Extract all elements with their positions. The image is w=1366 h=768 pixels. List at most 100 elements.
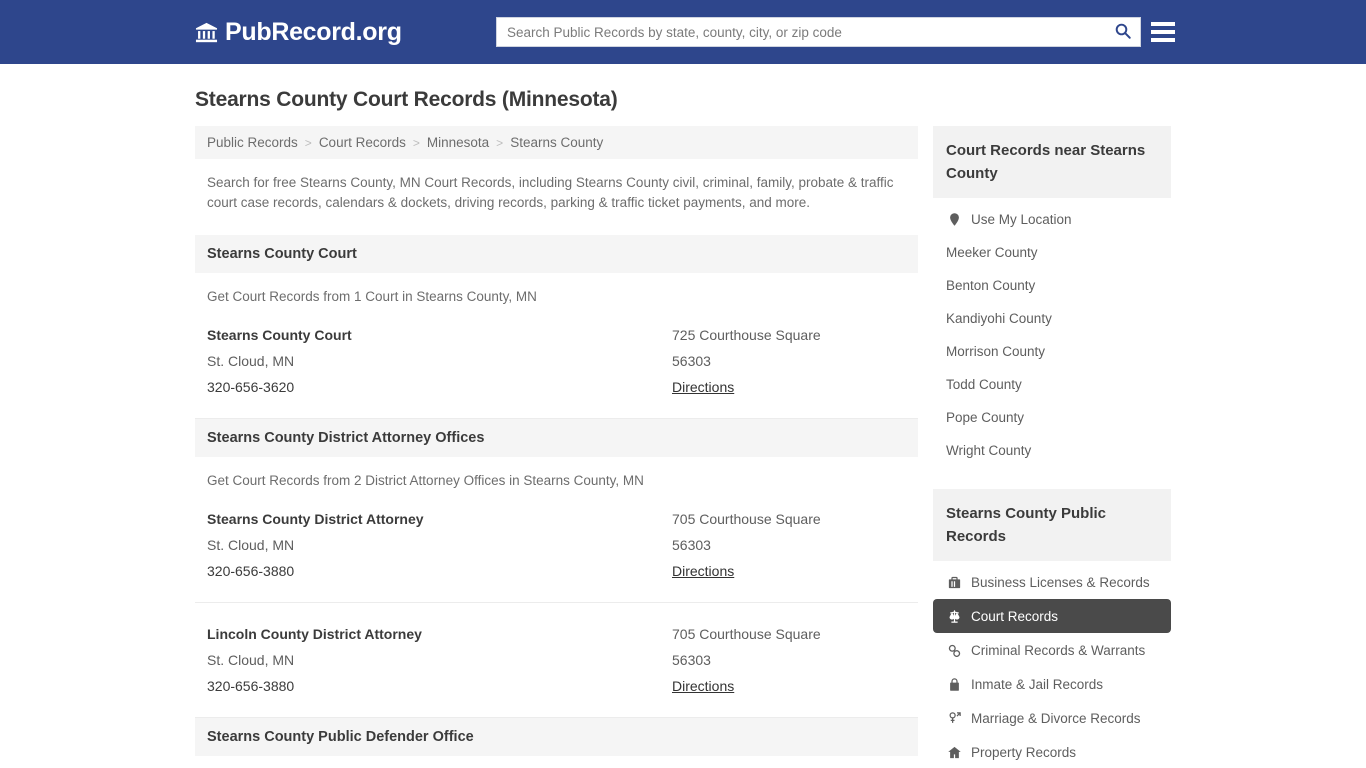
- nearby-county-item[interactable]: Morrison County: [933, 335, 1171, 368]
- nearby-item-label: Benton County: [946, 278, 1036, 293]
- nearby-county-item[interactable]: Pope County: [933, 401, 1171, 434]
- public-record-item[interactable]: Criminal Records & Warrants: [933, 633, 1171, 667]
- house-icon: [946, 744, 962, 760]
- page-description: Search for free Stearns County, MN Court…: [207, 175, 894, 210]
- scales-of-justice-icon: [946, 608, 962, 624]
- listing-name[interactable]: Stearns County Court: [207, 322, 672, 348]
- listing-phone[interactable]: 320-656-3620: [207, 374, 672, 400]
- record-sections: Stearns County Court Get Court Records fr…: [195, 235, 918, 768]
- public-record-label: Marriage & Divorce Records: [971, 710, 1141, 726]
- main-content: Public Records > Court Records > Minnesota > S…: [195, 126, 918, 768]
- listing-primary: Stearns County District Attorney St. Clou…: [207, 506, 672, 584]
- breadcrumb-item[interactable]: Public Records: [207, 135, 298, 150]
- section-subtitle: Get Court Records from 1 Court in Stearn…: [207, 289, 537, 304]
- gender-symbols-icon: [946, 710, 962, 726]
- public-record-item[interactable]: Business Licenses & Records: [933, 565, 1171, 599]
- public-record-label: Business Licenses & Records: [971, 574, 1150, 590]
- listing-address-block: 705 Courthouse Square 56303 Directions: [672, 506, 906, 584]
- nearby-item-label: Kandiyohi County: [946, 311, 1052, 326]
- section-heading: Stearns County Court: [195, 235, 918, 273]
- listing-address-block: 705 Courthouse Square 56303 Directions: [672, 621, 906, 699]
- breadcrumb-separator: >: [304, 135, 312, 150]
- record-section: Stearns County Court Get Court Records fr…: [195, 235, 918, 419]
- nearby-county-item[interactable]: Meeker County: [933, 236, 1171, 269]
- nearby-county-item[interactable]: Todd County: [933, 368, 1171, 401]
- listing-primary: Lincoln County District Attorney St. Clou…: [207, 621, 672, 699]
- nearby-item-label: Todd County: [946, 377, 1022, 392]
- search-button[interactable]: [1106, 18, 1140, 46]
- listing-city-state: St. Cloud, MN: [207, 652, 295, 668]
- nearby-county-item[interactable]: Kandiyohi County: [933, 302, 1171, 335]
- listing-row: Stearns County Court St. Cloud, MN 320-656…: [195, 304, 918, 419]
- public-records-panel-heading: Stearns County Public Records: [933, 489, 1171, 561]
- public-record-item[interactable]: Property Records: [933, 735, 1171, 768]
- nearby-panel-heading: Court Records near Stearns County: [933, 126, 1171, 198]
- listing-row: Lincoln County District Attorney St. Clou…: [195, 603, 918, 718]
- public-record-item[interactable]: Inmate & Jail Records: [933, 667, 1171, 701]
- listing-name[interactable]: Lincoln County District Attorney: [207, 621, 672, 647]
- listing-phone[interactable]: 320-656-3880: [207, 673, 672, 699]
- lock-icon: [946, 676, 962, 692]
- listing-city-state: St. Cloud, MN: [207, 537, 295, 553]
- breadcrumb-separator: >: [412, 135, 420, 150]
- breadcrumb-separator: >: [496, 135, 504, 150]
- listing-zip: 56303: [672, 537, 711, 553]
- handcuffs-icon: [946, 642, 962, 658]
- nearby-item-label: Pope County: [946, 410, 1025, 425]
- section-subtitle: Get Court Records from 1 Public Defender…: [195, 756, 918, 768]
- bank-icon: [195, 21, 218, 44]
- breadcrumb-item[interactable]: Minnesota: [427, 135, 489, 150]
- nearby-county-item[interactable]: Wright County: [933, 434, 1171, 467]
- breadcrumb: Public Records > Court Records > Minnesota > S…: [195, 126, 918, 159]
- record-section: Stearns County District Attorney Offices…: [195, 419, 918, 718]
- record-section: Stearns County Public Defender OfficeGet…: [195, 718, 918, 768]
- breadcrumb-item[interactable]: Court Records: [319, 135, 406, 150]
- listing-zip: 56303: [672, 353, 711, 369]
- site-header: PubRecord.org: [0, 0, 1366, 64]
- section-heading: Stearns County Public Defender Office: [195, 718, 918, 756]
- directions-link[interactable]: Directions: [672, 673, 734, 699]
- listing-phone[interactable]: 320-656-3880: [207, 558, 672, 584]
- directions-link[interactable]: Directions: [672, 374, 734, 400]
- nearby-item-label: Use My Location: [971, 211, 1072, 227]
- listing-name[interactable]: Stearns County District Attorney: [207, 506, 672, 532]
- search-icon: [1114, 22, 1132, 43]
- breadcrumb-item[interactable]: Stearns County: [510, 135, 603, 150]
- public-record-label: Property Records: [971, 744, 1077, 760]
- nearby-counties-list: Use My Location Meeker County Benton Count…: [933, 198, 1171, 467]
- site-logo[interactable]: PubRecord.org: [195, 18, 402, 47]
- listing-primary: Stearns County Court St. Cloud, MN 320-656…: [207, 322, 672, 400]
- public-record-item[interactable]: Marriage & Divorce Records: [933, 701, 1171, 735]
- search-bar: [496, 17, 1141, 47]
- directions-link[interactable]: Directions: [672, 558, 734, 584]
- nearby-item-label: Meeker County: [946, 245, 1038, 260]
- menu-line: [1151, 38, 1175, 42]
- listing-address-block: 725 Courthouse Square 56303 Directions: [672, 322, 906, 400]
- menu-line: [1151, 30, 1175, 34]
- public-record-item[interactable]: Court Records: [933, 599, 1171, 633]
- public-records-list: Business Licenses & Records Court Records…: [933, 561, 1171, 768]
- search-input[interactable]: [497, 18, 1106, 46]
- listing-row: Stearns County District Attorney St. Clou…: [195, 488, 918, 603]
- listing-address: 725 Courthouse Square: [672, 327, 821, 343]
- page-title: Stearns County Court Records (Minnesota): [195, 88, 618, 111]
- section-subtitle: Get Court Records from 2 District Attorn…: [207, 473, 644, 488]
- public-record-label: Criminal Records & Warrants: [971, 642, 1146, 658]
- map-pin-icon: [946, 211, 962, 227]
- menu-line: [1151, 22, 1175, 26]
- sidebar: Court Records near Stearns County Use My…: [933, 126, 1171, 768]
- briefcase-icon: [946, 574, 962, 590]
- nearby-county-item[interactable]: Benton County: [933, 269, 1171, 302]
- public-record-label: Inmate & Jail Records: [971, 676, 1104, 692]
- section-heading: Stearns County District Attorney Offices: [195, 419, 918, 457]
- nearby-item-label: Morrison County: [946, 344, 1046, 359]
- public-record-label: Court Records: [971, 608, 1059, 624]
- listing-address: 705 Courthouse Square: [672, 626, 821, 642]
- listing-zip: 56303: [672, 652, 711, 668]
- hamburger-menu-icon[interactable]: [1151, 20, 1175, 44]
- site-logo-text: PubRecord.org: [225, 17, 402, 46]
- listing-city-state: St. Cloud, MN: [207, 353, 295, 369]
- page-body: Stearns County Court Records (Minnesota)…: [0, 88, 1366, 768]
- use-my-location-button[interactable]: Use My Location: [933, 202, 1171, 236]
- listing-address: 705 Courthouse Square: [672, 511, 821, 527]
